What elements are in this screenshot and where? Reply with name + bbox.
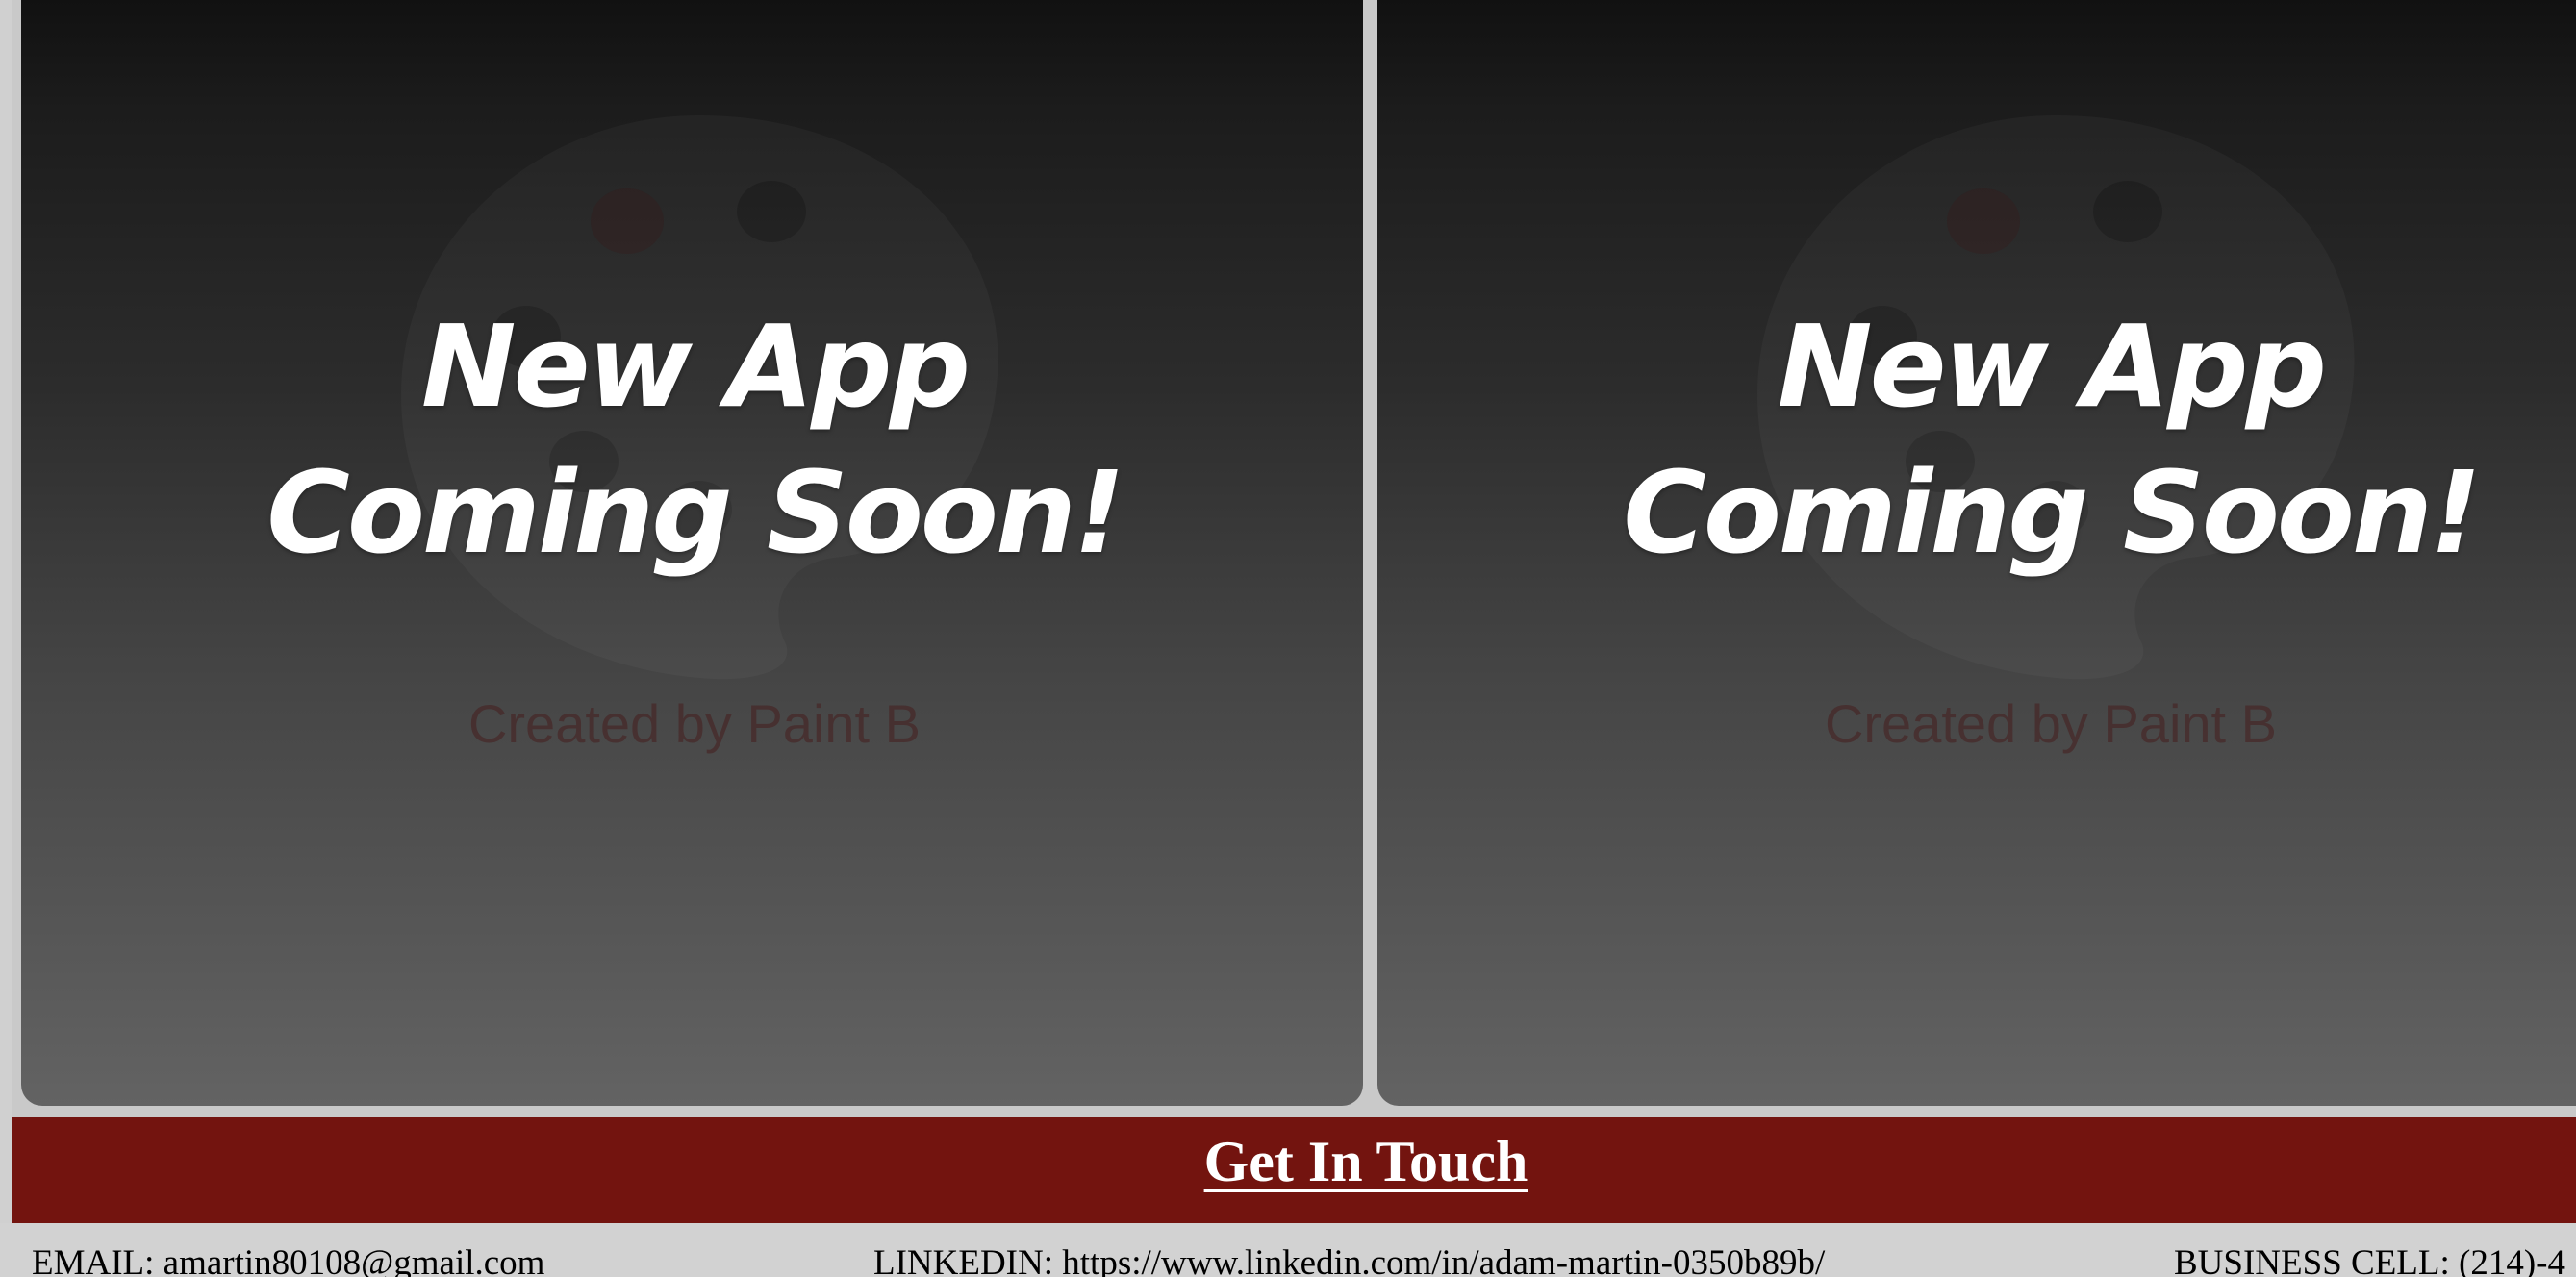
coming-soon-heading: New App Coming Soon! <box>21 293 1363 586</box>
promo-line-2: Coming Soon! <box>266 446 1125 579</box>
project-card-1[interactable]: New App Coming Soon! Created by Paint B <box>21 0 1363 1106</box>
promo-line-1: New App <box>420 300 971 433</box>
card-credit: Created by Paint B <box>467 693 922 754</box>
coming-soon-heading: New App Coming Soon! <box>1377 293 2576 586</box>
promo-line-1: New App <box>1777 300 2327 433</box>
project-cards-row: New App Coming Soon! Created by Paint B … <box>12 0 2576 1117</box>
contact-linkedin[interactable]: LINKEDIN: https://www.linkedin.com/in/ad… <box>873 1242 1825 1277</box>
promo-line-2: Coming Soon! <box>1623 446 2482 579</box>
get-in-touch-banner: Get In Touch <box>12 1117 2576 1223</box>
project-card-2[interactable]: New App Coming Soon! Created by Paint B <box>1377 0 2576 1106</box>
page: New App Coming Soon! Created by Paint B … <box>0 0 2576 1277</box>
get-in-touch-link[interactable]: Get In Touch <box>12 1129 2576 1195</box>
contact-email[interactable]: EMAIL: amartin80108@gmail.com <box>32 1242 544 1277</box>
contact-business-cell[interactable]: BUSINESS CELL: (214)-4 <box>2174 1242 2565 1277</box>
contact-info-row: EMAIL: amartin80108@gmail.com LINKEDIN: … <box>0 1223 2576 1277</box>
card-credit: Created by Paint B <box>1824 693 2278 754</box>
